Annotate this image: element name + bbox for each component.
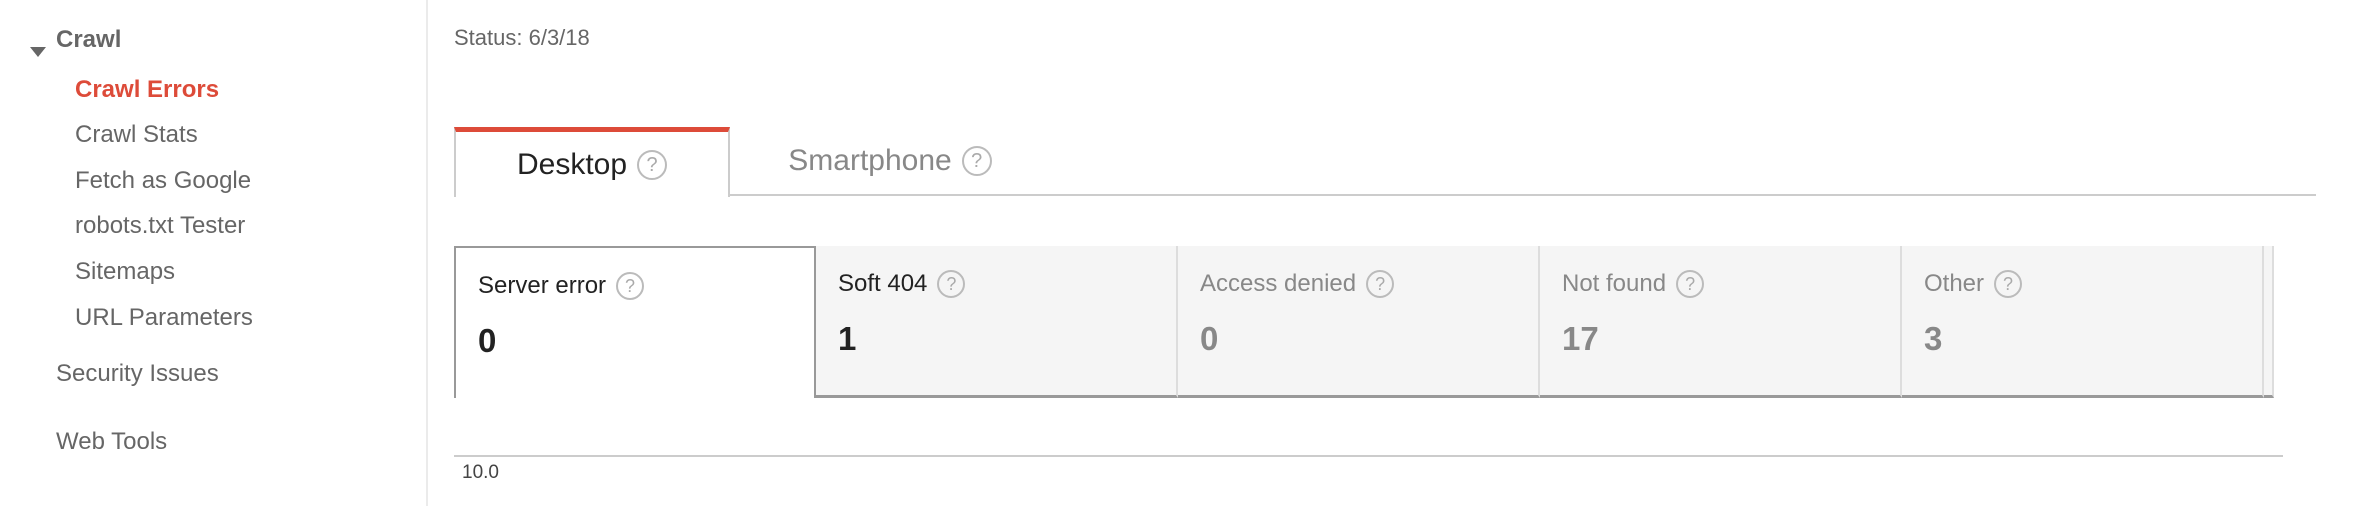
tab-label: Smartphone — [788, 144, 952, 177]
card-server-error[interactable]: Server error? 0 — [454, 246, 816, 398]
help-icon[interactable]: ? — [616, 272, 645, 300]
help-icon[interactable]: ? — [637, 149, 668, 180]
chart-gridline — [454, 455, 2283, 457]
sidebar-section-crawl[interactable]: Crawl — [56, 26, 121, 54]
card-value: 0 — [1200, 320, 1219, 357]
tab-smartphone[interactable]: Smartphone ? — [730, 127, 1050, 195]
sidebar-item-crawl-errors[interactable]: Crawl Errors — [75, 76, 219, 104]
sidebar-item-fetch-as-google[interactable]: Fetch as Google — [75, 167, 251, 195]
sidebar-item-robots-tester[interactable]: robots.txt Tester — [75, 212, 245, 240]
sidebar-item-url-parameters[interactable]: URL Parameters — [75, 304, 253, 332]
card-value: 1 — [838, 320, 857, 357]
card-soft-404[interactable]: Soft 404? 1 — [816, 246, 1178, 398]
help-icon[interactable]: ? — [1676, 270, 1705, 298]
card-value: 0 — [478, 322, 497, 359]
card-label: Access denied — [1200, 270, 1357, 297]
card-value: 17 — [1562, 320, 1599, 357]
card-access-denied[interactable]: Access denied? 0 — [1178, 246, 1540, 398]
card-label: Other — [1924, 270, 1985, 297]
status-text: Status: 6/3/18 — [454, 25, 590, 50]
help-icon[interactable]: ? — [1994, 270, 2023, 298]
card-other[interactable]: Other? 3 — [1902, 246, 2264, 398]
sidebar-item-web-tools[interactable]: Web Tools — [56, 428, 167, 456]
sidebar: Crawl Crawl Errors Crawl Stats Fetch as … — [0, 0, 428, 506]
caret-down-icon[interactable] — [30, 47, 46, 57]
sidebar-item-crawl-stats[interactable]: Crawl Stats — [75, 121, 198, 149]
tab-desktop[interactable]: Desktop ? — [454, 127, 730, 197]
help-icon[interactable]: ? — [937, 270, 966, 298]
help-icon[interactable]: ? — [961, 146, 992, 176]
sidebar-item-security-issues[interactable]: Security Issues — [56, 360, 219, 388]
tab-label: Desktop — [516, 147, 628, 181]
chart-y-tick: 10.0 — [462, 462, 499, 483]
card-value: 3 — [1924, 320, 1943, 357]
error-category-cards: Server error? 0 Soft 404? 1 Access denie… — [454, 246, 2274, 398]
help-icon[interactable]: ? — [1366, 270, 1395, 298]
card-label: Not found — [1562, 270, 1667, 297]
card-overflow — [2264, 246, 2274, 398]
card-not-found[interactable]: Not found? 17 — [1540, 246, 1902, 398]
sidebar-item-sitemaps[interactable]: Sitemaps — [75, 258, 175, 286]
card-label: Soft 404 — [838, 270, 928, 297]
card-label: Server error — [478, 272, 607, 299]
